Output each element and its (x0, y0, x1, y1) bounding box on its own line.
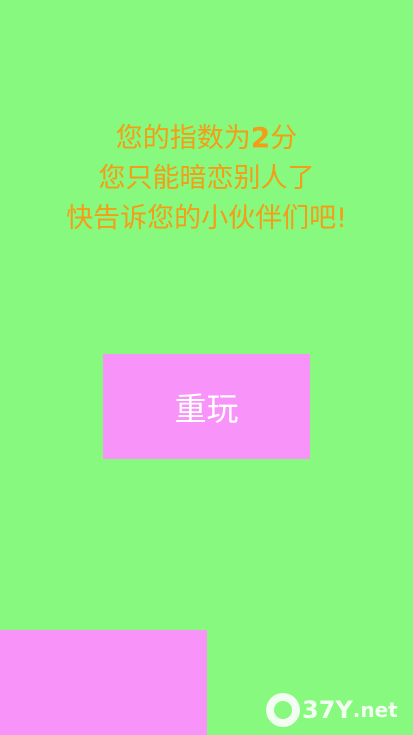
score-suffix: 分 (270, 123, 298, 154)
score-line: 您的指数为2分 (0, 118, 413, 159)
result-message: 您的指数为2分 您只能暗恋别人了 快告诉您的小伙伴们吧! (0, 118, 413, 239)
pink-game-block (0, 630, 207, 735)
verdict-line: 您只能暗恋别人了 (98, 163, 315, 194)
watermark-text: 37Y (302, 696, 353, 724)
watermark-logo: 37Y .net (266, 690, 398, 730)
logo-circle-icon (266, 693, 300, 727)
share-prompt-line: 快告诉您的小伙伴们吧! (66, 203, 347, 234)
replay-button[interactable]: 重玩 (103, 354, 310, 459)
score-prefix: 您的指数为 (115, 123, 251, 154)
watermark-suffix: .net (352, 698, 398, 722)
score-value: 2 (250, 121, 271, 154)
